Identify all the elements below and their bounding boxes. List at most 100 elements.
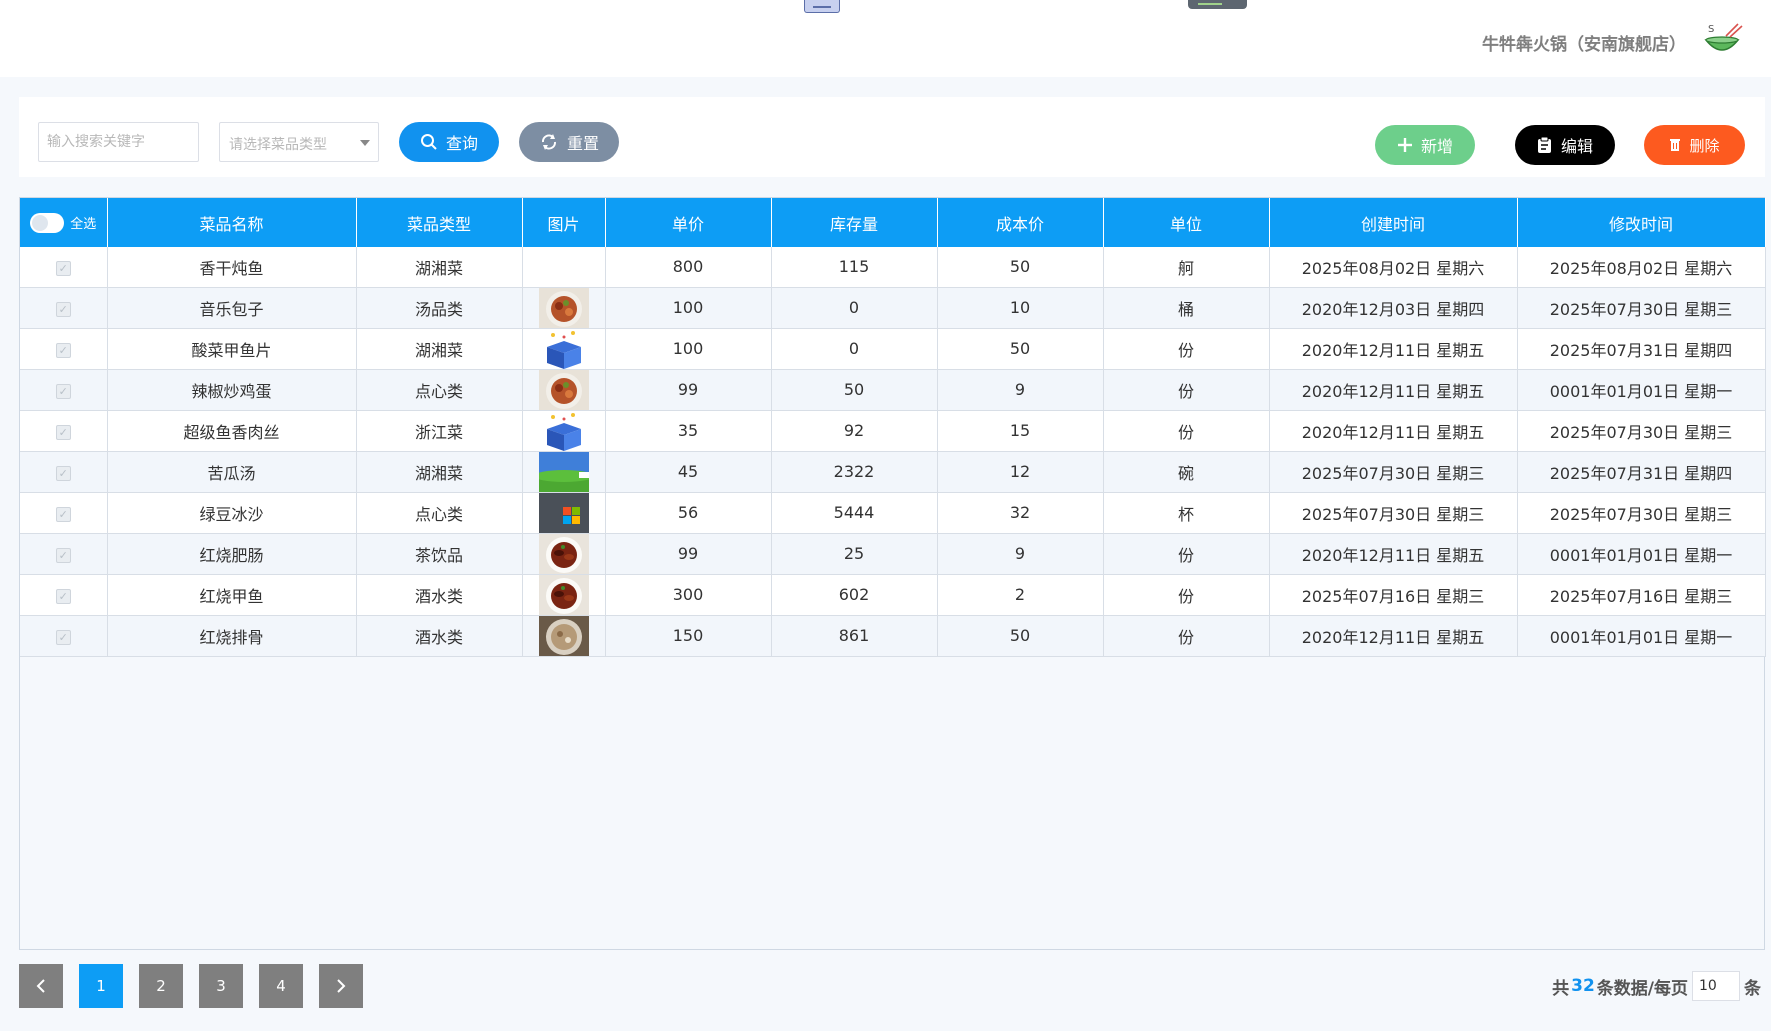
cell-stock: 861 [771,615,938,657]
cell-image [522,287,606,329]
prev-page-button[interactable] [19,964,63,1008]
cell-type: 湖湘菜 [356,247,523,288]
page-button-4[interactable]: 4 [259,964,303,1008]
dish-thumbnail[interactable] [538,410,589,451]
table-row[interactable]: ✓ 香干炖鱼 湖湘菜 800 115 50 舸 2025年08月02日 星期六 2025年08月… [20,247,1766,288]
cell-cost: 50 [937,615,1104,657]
row-checkbox[interactable]: ✓ [55,261,71,277]
table-row[interactable]: ✓ 苦瓜汤 湖湘菜 45 2322 12 碗 2025年07月30日 星期三 2025年07月3… [20,451,1766,493]
dish-thumbnail[interactable] [538,574,589,615]
column-header-created[interactable]: 创建时间 [1269,198,1518,247]
cell-checkbox[interactable]: ✓ [20,574,108,616]
row-checkbox[interactable]: ✓ [55,507,71,522]
cell-name: 香干炖鱼 [107,247,357,288]
dish-thumbnail[interactable] [538,492,589,533]
cell-unit: 份 [1103,410,1270,452]
column-header-cost[interactable]: 成本价 [937,198,1104,247]
per-page-input[interactable] [1692,971,1740,1001]
row-checkbox[interactable]: ✓ [55,343,71,358]
table-row[interactable]: ✓ 辣椒炒鸡蛋 点心类 99 50 9 份 2020年12月11日 星期五 0001年01月01… [20,369,1766,411]
column-header-type[interactable]: 菜品类型 [356,198,523,247]
cell-price: 100 [605,287,772,329]
table-body: ✓ 香干炖鱼 湖湘菜 800 115 50 舸 2025年08月02日 星期六 2025年08月… [20,247,1766,657]
page-button-2[interactable]: 2 [139,964,183,1008]
cell-stock: 115 [771,247,938,288]
search-icon [420,134,437,150]
column-header-price[interactable]: 单价 [605,198,772,247]
cell-name: 红烧甲鱼 [107,574,357,616]
row-checkbox[interactable]: ✓ [55,425,71,440]
toolbar: 请选择菜品类型 查询 重置 新增 编辑 删除 [19,97,1765,177]
cell-checkbox[interactable]: ✓ [20,328,108,370]
next-page-button[interactable] [319,964,363,1008]
dish-thumbnail[interactable] [538,369,589,410]
dish-thumbnail[interactable] [538,287,589,328]
plus-icon [1397,138,1412,152]
cell-stock: 602 [771,574,938,616]
column-header-name[interactable]: 菜品名称 [107,198,357,247]
table-row[interactable]: ✓ 红烧甲鱼 酒水类 300 602 2 份 2025年07月16日 星期三 2025年07月1… [20,574,1766,616]
row-checkbox[interactable]: ✓ [55,630,71,645]
reset-button[interactable]: 重置 [519,122,619,162]
row-checkbox[interactable]: ✓ [55,384,71,399]
select-all-header[interactable]: 全选 [20,198,108,247]
dish-thumbnail[interactable] [538,451,589,492]
table-row[interactable]: ✓ 音乐包子 汤品类 100 0 10 桶 2020年12月03日 星期四 2025年07月30… [20,287,1766,329]
cell-type: 酒水类 [356,615,523,657]
cell-created: 2020年12月11日 星期五 [1269,369,1518,411]
table-row[interactable]: ✓ 酸菜甲鱼片 湖湘菜 100 0 50 份 2020年12月11日 星期五 2025年07月3… [20,328,1766,370]
search-input[interactable] [38,122,199,162]
row-checkbox[interactable]: ✓ [55,466,71,481]
cell-name: 苦瓜汤 [107,451,357,493]
cell-image [522,369,606,411]
dish-type-select[interactable]: 请选择菜品类型 [219,122,379,162]
cell-checkbox[interactable]: ✓ [20,369,108,411]
delete-button[interactable]: 删除 [1644,125,1745,165]
cell-checkbox[interactable]: ✓ [20,247,108,288]
cell-cost: 9 [937,369,1104,411]
cell-checkbox[interactable]: ✓ [20,410,108,452]
table-row[interactable]: ✓ 红烧排骨 酒水类 150 861 50 份 2020年12月11日 星期五 0001年01月… [20,615,1766,657]
total-suffix: 条数据/每页 [1596,978,1688,999]
table-row[interactable]: ✓ 红烧肥肠 茶饮品 99 25 9 份 2020年12月11日 星期五 0001年01月01日… [20,533,1766,575]
cell-unit: 碗 [1103,451,1270,493]
cell-checkbox[interactable]: ✓ [20,492,108,534]
cell-image [522,328,606,370]
cell-created: 2020年12月11日 星期五 [1269,410,1518,452]
dish-thumbnail[interactable] [538,615,589,656]
cell-stock: 92 [771,410,938,452]
row-checkbox[interactable]: ✓ [55,302,71,317]
column-header-stock[interactable]: 库存量 [771,198,938,247]
column-header-unit[interactable]: 单位 [1103,198,1270,247]
cell-type: 湖湘菜 [356,451,523,493]
select-all-toggle[interactable] [30,212,65,233]
cell-checkbox[interactable]: ✓ [20,615,108,657]
cell-stock: 0 [771,328,938,370]
cell-checkbox[interactable]: ✓ [20,533,108,575]
table-row[interactable]: ✓ 绿豆冰沙 点心类 56 5444 32 杯 2025年07月30日 星期三 2025年07月… [20,492,1766,534]
dish-thumbnail[interactable] [538,533,589,574]
add-button[interactable]: 新增 [1375,125,1475,165]
cell-modified: 0001年01月01日 星期一 [1517,615,1766,657]
row-checkbox[interactable]: ✓ [55,548,71,563]
top-bar: 牛牪犇火锅（安南旗舰店） S [0,0,1771,77]
cell-checkbox[interactable]: ✓ [20,287,108,329]
page-button-3[interactable]: 3 [199,964,243,1008]
total-count: 32 [1571,976,1595,996]
column-header-image[interactable]: 图片 [522,198,606,247]
cell-modified: 2025年07月30日 星期三 [1517,287,1766,329]
page-button-1[interactable]: 1 [79,964,123,1008]
table-header-row: 全选 菜品名称 菜品类型 图片 单价 库存量 成本价 单位 创建时间 修改时间 [20,198,1766,247]
cell-stock: 25 [771,533,938,575]
cell-type: 浙江菜 [356,410,523,452]
edit-button[interactable]: 编辑 [1515,125,1615,165]
cell-name: 辣椒炒鸡蛋 [107,369,357,411]
dish-type-placeholder: 请选择菜品类型 [229,137,327,153]
table-row[interactable]: ✓ 超级鱼香肉丝 浙江菜 35 92 15 份 2020年12月11日 星期五 2025年07月… [20,410,1766,452]
column-header-modified[interactable]: 修改时间 [1517,198,1766,247]
dish-thumbnail[interactable] [538,328,589,369]
cell-checkbox[interactable]: ✓ [20,451,108,493]
per-page-suffix: 条 [1744,978,1761,999]
row-checkbox[interactable]: ✓ [55,589,71,604]
query-button[interactable]: 查询 [399,122,499,162]
